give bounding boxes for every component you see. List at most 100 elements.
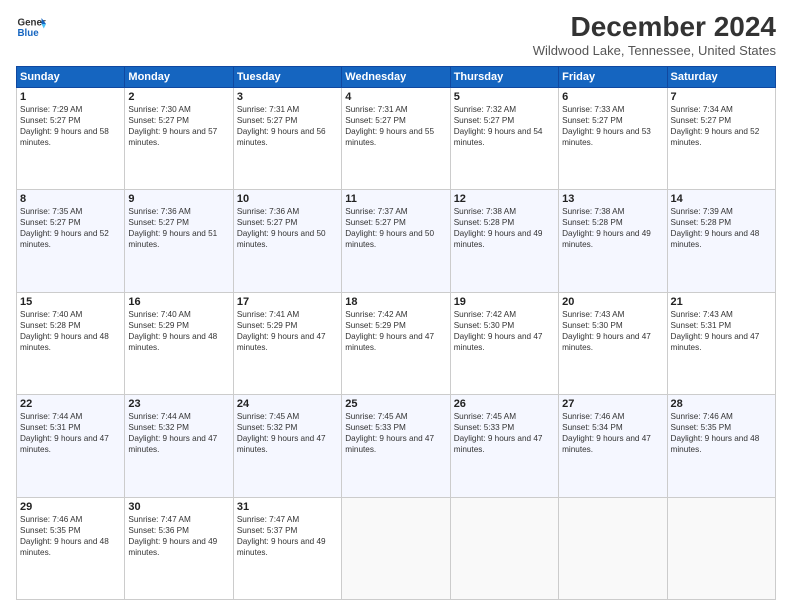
day-info: Sunrise: 7:45 AMSunset: 5:33 PMDaylight:… xyxy=(345,412,434,454)
week-row-4: 22 Sunrise: 7:44 AMSunset: 5:31 PMDaylig… xyxy=(17,395,776,497)
day-info: Sunrise: 7:35 AMSunset: 5:27 PMDaylight:… xyxy=(20,207,109,249)
day-cell: 2 Sunrise: 7:30 AMSunset: 5:27 PMDayligh… xyxy=(125,87,233,189)
logo: General Blue xyxy=(16,12,46,42)
day-cell: 24 Sunrise: 7:45 AMSunset: 5:32 PMDaylig… xyxy=(233,395,341,497)
day-number: 8 xyxy=(20,193,121,205)
day-info: Sunrise: 7:36 AMSunset: 5:27 PMDaylight:… xyxy=(237,207,326,249)
day-cell: 14 Sunrise: 7:39 AMSunset: 5:28 PMDaylig… xyxy=(667,190,775,292)
day-cell: 19 Sunrise: 7:42 AMSunset: 5:30 PMDaylig… xyxy=(450,292,558,394)
day-cell: 27 Sunrise: 7:46 AMSunset: 5:34 PMDaylig… xyxy=(559,395,667,497)
day-info: Sunrise: 7:37 AMSunset: 5:27 PMDaylight:… xyxy=(345,207,434,249)
week-row-1: 1 Sunrise: 7:29 AMSunset: 5:27 PMDayligh… xyxy=(17,87,776,189)
day-number: 27 xyxy=(562,398,663,410)
day-info: Sunrise: 7:42 AMSunset: 5:30 PMDaylight:… xyxy=(454,310,543,352)
day-cell: 31 Sunrise: 7:47 AMSunset: 5:37 PMDaylig… xyxy=(233,497,341,599)
header-row: Sunday Monday Tuesday Wednesday Thursday… xyxy=(17,66,776,87)
day-info: Sunrise: 7:46 AMSunset: 5:35 PMDaylight:… xyxy=(20,515,109,557)
day-number: 22 xyxy=(20,398,121,410)
day-info: Sunrise: 7:47 AMSunset: 5:37 PMDaylight:… xyxy=(237,515,326,557)
day-cell: 10 Sunrise: 7:36 AMSunset: 5:27 PMDaylig… xyxy=(233,190,341,292)
col-sunday: Sunday xyxy=(17,66,125,87)
day-number: 25 xyxy=(345,398,446,410)
day-info: Sunrise: 7:47 AMSunset: 5:36 PMDaylight:… xyxy=(128,515,217,557)
day-info: Sunrise: 7:33 AMSunset: 5:27 PMDaylight:… xyxy=(562,105,651,147)
day-info: Sunrise: 7:45 AMSunset: 5:33 PMDaylight:… xyxy=(454,412,543,454)
calendar-header: Sunday Monday Tuesday Wednesday Thursday… xyxy=(17,66,776,87)
day-number: 15 xyxy=(20,296,121,308)
day-cell: 7 Sunrise: 7:34 AMSunset: 5:27 PMDayligh… xyxy=(667,87,775,189)
day-number: 17 xyxy=(237,296,338,308)
day-number: 12 xyxy=(454,193,555,205)
day-number: 3 xyxy=(237,91,338,103)
day-number: 29 xyxy=(20,501,121,513)
day-info: Sunrise: 7:40 AMSunset: 5:29 PMDaylight:… xyxy=(128,310,217,352)
page: General Blue December 2024 Wildwood Lake… xyxy=(0,0,792,612)
day-info: Sunrise: 7:40 AMSunset: 5:28 PMDaylight:… xyxy=(20,310,109,352)
day-info: Sunrise: 7:34 AMSunset: 5:27 PMDaylight:… xyxy=(671,105,760,147)
subtitle: Wildwood Lake, Tennessee, United States xyxy=(533,43,776,58)
day-number: 19 xyxy=(454,296,555,308)
day-info: Sunrise: 7:38 AMSunset: 5:28 PMDaylight:… xyxy=(454,207,543,249)
day-info: Sunrise: 7:30 AMSunset: 5:27 PMDaylight:… xyxy=(128,105,217,147)
day-number: 16 xyxy=(128,296,229,308)
day-number: 1 xyxy=(20,91,121,103)
calendar-table: Sunday Monday Tuesday Wednesday Thursday… xyxy=(16,66,776,600)
day-cell: 17 Sunrise: 7:41 AMSunset: 5:29 PMDaylig… xyxy=(233,292,341,394)
day-info: Sunrise: 7:31 AMSunset: 5:27 PMDaylight:… xyxy=(345,105,434,147)
day-cell: 22 Sunrise: 7:44 AMSunset: 5:31 PMDaylig… xyxy=(17,395,125,497)
day-cell: 30 Sunrise: 7:47 AMSunset: 5:36 PMDaylig… xyxy=(125,497,233,599)
col-monday: Monday xyxy=(125,66,233,87)
week-row-2: 8 Sunrise: 7:35 AMSunset: 5:27 PMDayligh… xyxy=(17,190,776,292)
day-number: 18 xyxy=(345,296,446,308)
day-number: 20 xyxy=(562,296,663,308)
calendar-body: 1 Sunrise: 7:29 AMSunset: 5:27 PMDayligh… xyxy=(17,87,776,599)
day-cell: 5 Sunrise: 7:32 AMSunset: 5:27 PMDayligh… xyxy=(450,87,558,189)
day-cell: 6 Sunrise: 7:33 AMSunset: 5:27 PMDayligh… xyxy=(559,87,667,189)
day-cell: 28 Sunrise: 7:46 AMSunset: 5:35 PMDaylig… xyxy=(667,395,775,497)
day-cell: 18 Sunrise: 7:42 AMSunset: 5:29 PMDaylig… xyxy=(342,292,450,394)
day-info: Sunrise: 7:46 AMSunset: 5:34 PMDaylight:… xyxy=(562,412,651,454)
col-saturday: Saturday xyxy=(667,66,775,87)
day-cell: 3 Sunrise: 7:31 AMSunset: 5:27 PMDayligh… xyxy=(233,87,341,189)
day-cell: 4 Sunrise: 7:31 AMSunset: 5:27 PMDayligh… xyxy=(342,87,450,189)
day-cell: 26 Sunrise: 7:45 AMSunset: 5:33 PMDaylig… xyxy=(450,395,558,497)
day-info: Sunrise: 7:45 AMSunset: 5:32 PMDaylight:… xyxy=(237,412,326,454)
week-row-5: 29 Sunrise: 7:46 AMSunset: 5:35 PMDaylig… xyxy=(17,497,776,599)
main-title: December 2024 xyxy=(533,12,776,43)
day-info: Sunrise: 7:43 AMSunset: 5:31 PMDaylight:… xyxy=(671,310,760,352)
day-info: Sunrise: 7:29 AMSunset: 5:27 PMDaylight:… xyxy=(20,105,109,147)
day-cell: 1 Sunrise: 7:29 AMSunset: 5:27 PMDayligh… xyxy=(17,87,125,189)
day-number: 6 xyxy=(562,91,663,103)
header: General Blue December 2024 Wildwood Lake… xyxy=(16,12,776,58)
day-number: 28 xyxy=(671,398,772,410)
day-cell: 16 Sunrise: 7:40 AMSunset: 5:29 PMDaylig… xyxy=(125,292,233,394)
col-wednesday: Wednesday xyxy=(342,66,450,87)
day-info: Sunrise: 7:42 AMSunset: 5:29 PMDaylight:… xyxy=(345,310,434,352)
day-number: 14 xyxy=(671,193,772,205)
day-info: Sunrise: 7:41 AMSunset: 5:29 PMDaylight:… xyxy=(237,310,326,352)
day-info: Sunrise: 7:31 AMSunset: 5:27 PMDaylight:… xyxy=(237,105,326,147)
day-cell: 13 Sunrise: 7:38 AMSunset: 5:28 PMDaylig… xyxy=(559,190,667,292)
day-number: 2 xyxy=(128,91,229,103)
day-cell xyxy=(559,497,667,599)
day-cell xyxy=(450,497,558,599)
day-number: 11 xyxy=(345,193,446,205)
title-block: December 2024 Wildwood Lake, Tennessee, … xyxy=(533,12,776,58)
day-info: Sunrise: 7:44 AMSunset: 5:31 PMDaylight:… xyxy=(20,412,109,454)
day-info: Sunrise: 7:43 AMSunset: 5:30 PMDaylight:… xyxy=(562,310,651,352)
day-cell: 15 Sunrise: 7:40 AMSunset: 5:28 PMDaylig… xyxy=(17,292,125,394)
logo-icon: General Blue xyxy=(16,12,46,42)
day-cell: 8 Sunrise: 7:35 AMSunset: 5:27 PMDayligh… xyxy=(17,190,125,292)
day-cell: 25 Sunrise: 7:45 AMSunset: 5:33 PMDaylig… xyxy=(342,395,450,497)
day-number: 7 xyxy=(671,91,772,103)
svg-text:Blue: Blue xyxy=(18,28,40,39)
day-info: Sunrise: 7:36 AMSunset: 5:27 PMDaylight:… xyxy=(128,207,217,249)
day-number: 5 xyxy=(454,91,555,103)
col-friday: Friday xyxy=(559,66,667,87)
day-cell: 21 Sunrise: 7:43 AMSunset: 5:31 PMDaylig… xyxy=(667,292,775,394)
day-number: 4 xyxy=(345,91,446,103)
day-number: 30 xyxy=(128,501,229,513)
day-cell: 12 Sunrise: 7:38 AMSunset: 5:28 PMDaylig… xyxy=(450,190,558,292)
day-info: Sunrise: 7:39 AMSunset: 5:28 PMDaylight:… xyxy=(671,207,760,249)
day-info: Sunrise: 7:46 AMSunset: 5:35 PMDaylight:… xyxy=(671,412,760,454)
